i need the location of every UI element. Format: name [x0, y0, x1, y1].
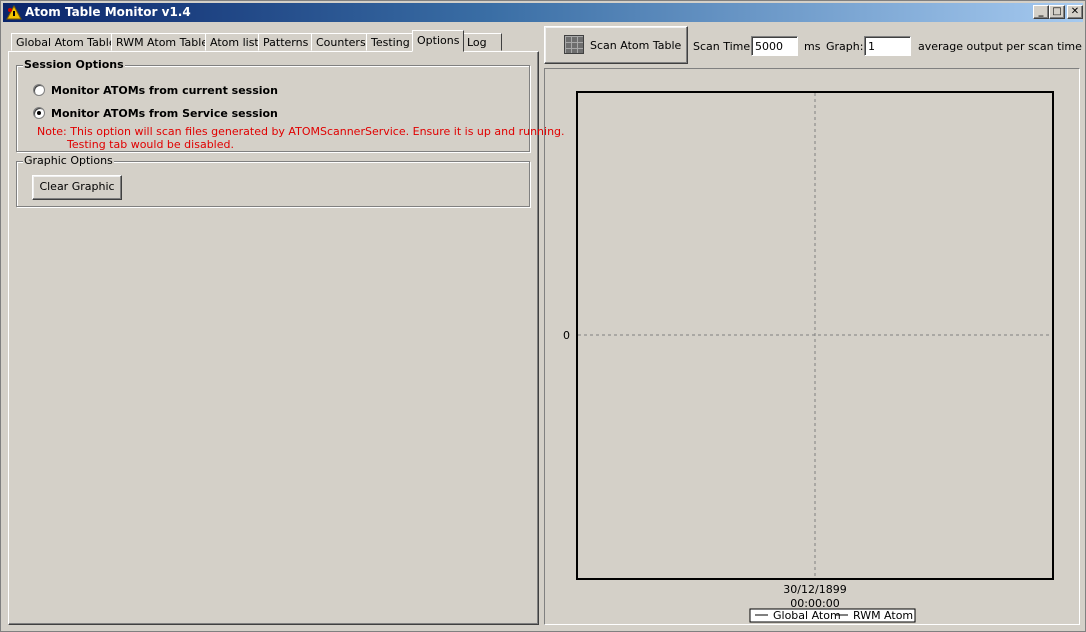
minimize-button[interactable]: _ [1033, 5, 1049, 19]
radio-current-session-control[interactable] [33, 84, 45, 96]
main-window: Atom Table Monitor v1.4 _ □ ✕ Global Ato… [0, 0, 1086, 632]
tab-testing[interactable]: Testing [366, 33, 415, 51]
tab-options[interactable]: Options [412, 30, 465, 52]
graph-input[interactable] [864, 36, 911, 56]
graphic-options-title: Graphic Options [23, 154, 114, 167]
grid-icon [564, 35, 584, 54]
tab-atom-list[interactable]: Atom list [205, 33, 264, 51]
clear-graphic-button[interactable]: Clear Graphic [32, 175, 122, 200]
scan-time-input[interactable] [751, 36, 798, 56]
graph-panel: 0 30/12/1899 00:00:00 Global Atom RWM At… [544, 68, 1080, 625]
window-title: Atom Table Monitor v1.4 [25, 5, 191, 19]
options-tab-body: Session Options Monitor ATOMs from curre… [8, 51, 565, 625]
chart: 0 30/12/1899 00:00:00 Global Atom RWM At… [563, 91, 1054, 623]
maximize-button[interactable]: □ [1049, 5, 1065, 19]
tab-rwm-atom-table[interactable]: RWM Atom Table [111, 33, 214, 51]
session-options-title: Session Options [23, 58, 125, 71]
tab-log[interactable]: Log [462, 33, 502, 51]
scan-time-unit: ms [804, 40, 821, 53]
radio-current-session[interactable]: Monitor ATOMs from current session [33, 84, 278, 97]
graph-description: average output per scan time [918, 40, 1082, 53]
y-tick-label: 0 [563, 329, 570, 342]
app-icon [6, 5, 22, 20]
title-bar[interactable]: Atom Table Monitor v1.4 _ □ ✕ [3, 3, 1083, 22]
radio-service-session-label: Monitor ATOMs from Service session [51, 107, 278, 120]
tab-global-atom-table[interactable]: Global Atom Table [11, 33, 121, 51]
graphic-options-group: Graphic Options Clear Graphic [16, 154, 530, 207]
radio-current-session-label: Monitor ATOMs from current session [51, 84, 278, 97]
scan-atom-table-button[interactable]: Scan Atom Table [544, 26, 688, 64]
scan-time-label: Scan Time: [693, 40, 754, 53]
legend: Global Atom RWM Atom [749, 608, 916, 623]
close-button[interactable]: ✕ [1067, 5, 1083, 19]
graph-label: Graph: [826, 40, 864, 53]
tab-counters[interactable]: Counters [311, 33, 371, 51]
scan-atom-table-label: Scan Atom Table [590, 39, 682, 52]
legend-label-global-atom: Global Atom [773, 609, 841, 622]
tab-patterns[interactable]: Patterns [258, 33, 314, 51]
x-tick-label-date: 30/12/1899 [783, 583, 846, 596]
radio-service-session-control[interactable] [33, 107, 45, 119]
tab-strip: Global Atom Table RWM Atom Table Atom li… [8, 29, 539, 53]
session-options-group: Session Options Monitor ATOMs from curre… [16, 58, 565, 152]
radio-service-session[interactable]: Monitor ATOMs from Service session [33, 107, 278, 120]
legend-label-rwm-atom: RWM Atom [853, 609, 913, 622]
left-panel: Global Atom Table RWM Atom Table Atom li… [8, 29, 565, 625]
service-note-line1: Note: This option will scan files genera… [37, 125, 565, 138]
service-note-line2: Testing tab would be disabled. [67, 138, 234, 151]
